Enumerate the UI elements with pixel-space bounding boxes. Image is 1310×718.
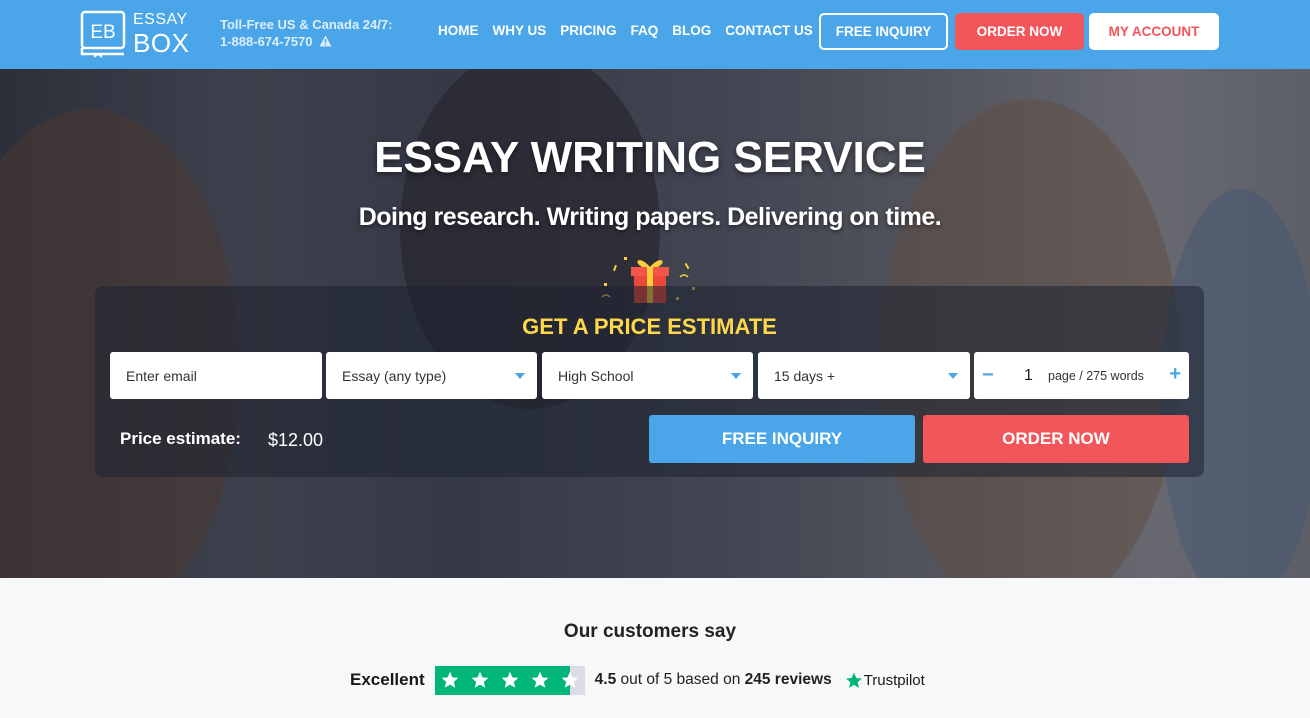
trustpilot-logo[interactable]: Trustpilot (844, 671, 925, 690)
academic-level-value: High School (558, 367, 634, 384)
estimate-title: GET A PRICE ESTIMATE (522, 314, 777, 339)
logo-book-icon: EB (80, 10, 126, 58)
pages-unit: page / 275 words (1048, 369, 1144, 383)
nav-blog[interactable]: BLOG (672, 23, 711, 38)
star-icon (494, 665, 525, 695)
price-estimate-label: Price estimate: (120, 429, 241, 448)
nav-contact-us[interactable]: CONTACT US (725, 23, 813, 38)
my-account-button[interactable]: MY ACCOUNT (1089, 13, 1219, 50)
paper-type-select[interactable]: Essay (any type) (326, 352, 537, 399)
plus-icon[interactable]: + (1169, 363, 1181, 386)
site-header: EB ESSAY BOX Toll-Free US & Canada 24/7:… (0, 0, 1310, 69)
free-inquiry-button[interactable]: FREE INQUIRY (649, 415, 915, 463)
academic-level-select[interactable]: High School (542, 352, 753, 399)
half-star-icon (554, 665, 585, 695)
hero-title: ESSAY WRITING SERVICE (374, 133, 926, 182)
phone-number[interactable]: 1-888-674-7570 (220, 34, 313, 49)
review-count: 245 reviews (744, 671, 832, 688)
minus-icon[interactable]: − (982, 364, 994, 387)
pages-count[interactable]: 1 (1024, 367, 1033, 385)
phone-block: Toll-Free US & Canada 24/7: 1-888-674-75… (220, 16, 392, 50)
header-order-now-button[interactable]: ORDER NOW (955, 13, 1084, 50)
trustpilot-widget[interactable]: Excellent 4.5 out of 5 based on 245 revi… (350, 665, 925, 695)
nav-pricing[interactable]: PRICING (560, 23, 616, 38)
logo[interactable]: EB ESSAY BOX (80, 10, 189, 58)
phone-label: Toll-Free US & Canada 24/7: (220, 17, 393, 32)
order-now-button[interactable]: ORDER NOW (923, 415, 1189, 463)
deadline-select[interactable]: 15 days + (758, 352, 970, 399)
logo-text: ESSAY BOX (133, 11, 190, 58)
price-estimate-value: $12.00 (268, 430, 324, 450)
chevron-down-icon (948, 373, 958, 379)
star-icon (464, 665, 495, 695)
price-estimate-panel: GET A PRICE ESTIMATE Enter email Essay (… (95, 286, 1204, 477)
nav-faq[interactable]: FAQ (631, 23, 659, 38)
logo-line2: BOX (133, 28, 190, 58)
deadline-value: 15 days + (774, 367, 836, 384)
warning-icon[interactable] (319, 35, 332, 47)
rating-score: 4.5 (594, 671, 617, 688)
trustpilot-stars (434, 665, 585, 695)
logo-mark-text: EB (90, 22, 115, 43)
nav-home[interactable]: HOME (438, 23, 479, 38)
chevron-down-icon (515, 373, 525, 379)
rating-word: Excellent (350, 670, 425, 689)
email-input[interactable]: Enter email (110, 352, 322, 399)
paper-type-value: Essay (any type) (342, 367, 447, 384)
hero-section: ESSAY WRITING SERVICE Doing research. Wr… (0, 69, 1310, 578)
trustpilot-star-icon (845, 672, 862, 688)
hero-subtitle: Doing research. Writing papers. Deliveri… (358, 203, 942, 231)
star-icon (524, 665, 555, 695)
main-nav: HOME WHY US PRICING FAQ BLOG CONTACT US (438, 23, 827, 38)
reviews-title: Our customers say (563, 621, 737, 642)
trustpilot-brand: Trustpilot (863, 671, 925, 689)
email-placeholder: Enter email (126, 367, 197, 384)
header-free-inquiry-button[interactable]: FREE INQUIRY (819, 13, 948, 50)
star-icon (434, 665, 465, 695)
rating-summary: 4.5 out of 5 based on 245 reviews (595, 671, 832, 689)
logo-line1: ESSAY (133, 11, 188, 28)
rating-out-of: out of 5 based on (620, 671, 741, 688)
nav-why-us[interactable]: WHY US (493, 23, 547, 38)
chevron-down-icon (731, 373, 741, 379)
pages-stepper: − 1 page / 275 words + (974, 352, 1189, 399)
